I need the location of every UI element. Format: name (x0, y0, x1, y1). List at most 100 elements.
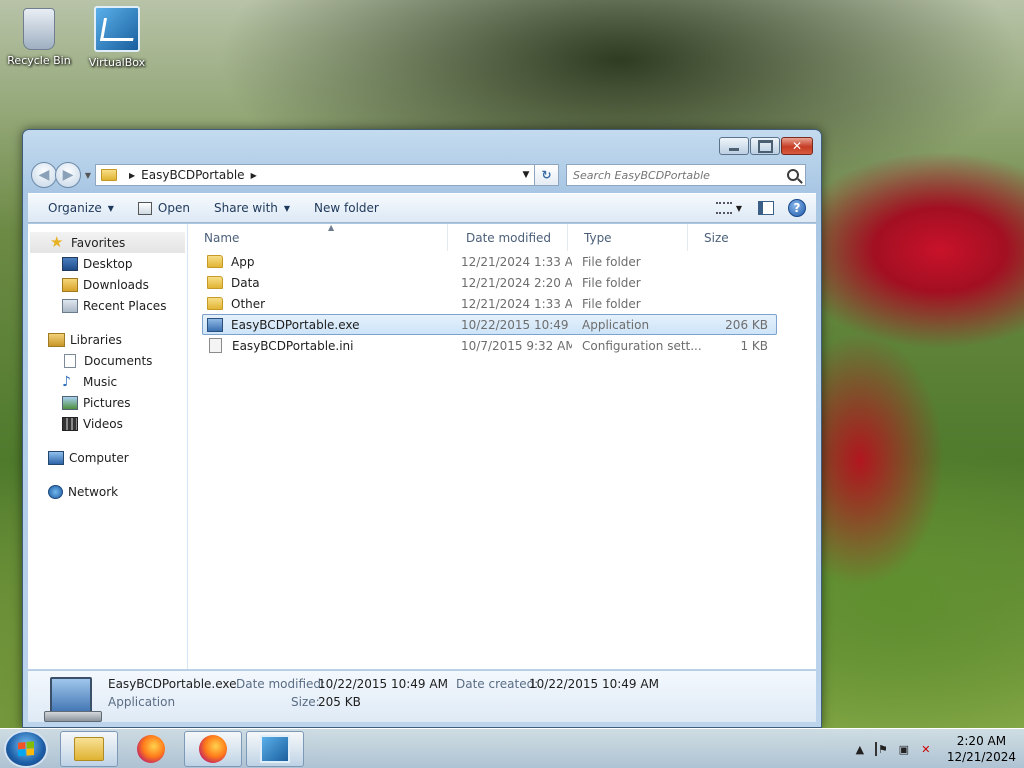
organize-button[interactable]: Organize ▼ (36, 196, 126, 220)
new-folder-button[interactable]: New folder (302, 196, 391, 220)
nav-item-pictures[interactable]: Pictures (28, 392, 187, 413)
nav-item-computer[interactable]: Computer (28, 447, 187, 468)
explorer-window: ✕ ◀ ▶ ▼ ▶ EasyBCDPortable ▶ ▼ ↻ Organize… (22, 129, 822, 728)
virtualbox-icon (260, 735, 290, 763)
help-icon[interactable]: ? (788, 199, 806, 217)
open-button[interactable]: Open (126, 196, 202, 220)
file-type: Configuration sett... (582, 338, 702, 353)
chevron-down-icon: ▼ (283, 203, 291, 213)
file-list-pane: ▲ Name Date modified Type Size App 12/21… (188, 223, 816, 669)
breadcrumb-arrow-icon[interactable]: ▶ (251, 171, 257, 180)
recent-places-icon (62, 298, 78, 313)
file-row[interactable]: Data 12/21/2024 2:20 AM File folder (202, 272, 777, 293)
file-name: App (231, 254, 255, 269)
firefox-icon (199, 735, 227, 763)
file-row[interactable]: App 12/21/2024 1:33 AM File folder (202, 251, 777, 272)
network-status-icon[interactable]: ▣ (897, 742, 911, 756)
nav-item-label: Network (68, 484, 119, 499)
file-row[interactable]: Other 12/21/2024 1:33 AM File folder (202, 293, 777, 314)
maximize-icon (751, 138, 779, 154)
details-type: Application (108, 695, 176, 709)
change-view-icon[interactable] (715, 202, 732, 214)
nav-item-favorites[interactable]: ★ Favorites (30, 232, 185, 253)
command-bar-right: ▼ ? (715, 199, 816, 217)
address-dropdown-icon[interactable]: ▼ (518, 170, 534, 180)
minimize-button[interactable] (719, 137, 749, 155)
desktop-icon-label: Recycle Bin (7, 54, 71, 67)
column-header-type[interactable]: Type (568, 224, 688, 251)
computer-icon (48, 450, 64, 465)
desktop-icon-virtualbox[interactable]: VirtualBox (82, 6, 152, 69)
taskbar-firefox-button[interactable] (122, 731, 180, 767)
share-with-label: Share with (213, 201, 278, 215)
file-size: 206 KB (725, 317, 768, 332)
file-row[interactable]: EasyBCDPortable.ini 10/7/2015 9:32 AM Co… (202, 335, 777, 356)
file-date: 12/21/2024 1:33 AM (461, 296, 572, 311)
details-date-modified-label: Date modified: (236, 677, 326, 691)
windows-explorer-icon (74, 737, 104, 761)
sort-ascending-icon: ▲ (328, 223, 335, 232)
details-filename: EasyBCDPortable.exe (108, 677, 237, 691)
nav-item-recent-places[interactable]: Recent Places (28, 295, 187, 316)
action-center-flag-icon[interactable]: ⚑ (874, 742, 889, 756)
music-icon: ♪ (62, 373, 71, 390)
view-chevron-down-icon[interactable]: ▼ (736, 204, 742, 213)
desktop-icon-recycle-bin[interactable]: Recycle Bin (4, 8, 74, 67)
volume-muted-icon[interactable]: ✕ (919, 742, 933, 756)
refresh-button[interactable]: ↻ (535, 164, 559, 186)
column-header-size[interactable]: Size (688, 224, 763, 251)
show-hidden-icons-icon[interactable]: ▲ (853, 742, 867, 756)
nav-item-libraries[interactable]: Libraries (28, 329, 187, 350)
taskbar-explorer-button[interactable] (60, 731, 118, 767)
taskbar-virtualbox-button[interactable] (246, 731, 304, 767)
taskbar-firefox-button-2[interactable] (184, 731, 242, 767)
documents-icon (64, 353, 76, 368)
clock[interactable]: 2:20 AM 12/21/2024 (947, 733, 1016, 765)
application-icon (207, 317, 223, 332)
file-type: File folder (582, 296, 641, 311)
breadcrumb-path[interactable]: EasyBCDPortable (141, 168, 244, 182)
navigation-row: ◀ ▶ ▼ ▶ EasyBCDPortable ▶ ▼ ↻ (31, 161, 813, 189)
nav-item-label: Favorites (71, 235, 126, 250)
nav-item-label: Pictures (83, 395, 131, 410)
back-arrow-icon: ◀ (38, 167, 50, 183)
search-input[interactable] (573, 168, 787, 182)
nav-item-label: Videos (83, 416, 123, 431)
address-bar[interactable]: ▶ EasyBCDPortable ▶ ▼ (95, 164, 535, 186)
recent-pages-dropdown[interactable]: ▼ (81, 171, 95, 180)
column-header-date-modified[interactable]: Date modified (448, 224, 568, 251)
search-icon[interactable] (787, 169, 799, 181)
share-with-button[interactable]: Share with ▼ (202, 196, 302, 220)
config-file-icon (209, 338, 222, 353)
nav-item-documents[interactable]: Documents (28, 350, 187, 371)
nav-item-label: Libraries (70, 332, 122, 347)
breadcrumb-arrow-icon[interactable]: ▶ (129, 171, 135, 180)
forward-arrow-icon: ▶ (62, 167, 74, 183)
file-date: 12/21/2024 1:33 AM (461, 254, 572, 269)
folder-icon (207, 276, 223, 289)
nav-item-downloads[interactable]: Downloads (28, 274, 187, 295)
nav-item-network[interactable]: Network (28, 481, 187, 502)
new-folder-label: New folder (314, 201, 379, 215)
pictures-icon (62, 395, 78, 410)
nav-item-label: Desktop (83, 256, 133, 271)
recycle-bin-icon (23, 8, 55, 50)
start-button[interactable] (4, 730, 48, 768)
back-button[interactable]: ◀ (31, 162, 57, 188)
preview-pane-icon[interactable] (758, 201, 774, 215)
nav-item-videos[interactable]: Videos (28, 413, 187, 434)
content-area: ★ Favorites Desktop Downloads Recent Pla… (28, 223, 816, 669)
refresh-icon: ↻ (541, 168, 552, 182)
file-row-selected[interactable]: EasyBCDPortable.exe 10/22/2015 10:49 ...… (202, 314, 777, 335)
forward-button[interactable]: ▶ (55, 162, 81, 188)
close-button[interactable]: ✕ (781, 137, 813, 155)
maximize-button[interactable] (750, 137, 780, 155)
nav-item-desktop[interactable]: Desktop (28, 253, 187, 274)
organize-label: Organize (48, 201, 102, 215)
column-header-name[interactable]: Name (188, 224, 448, 251)
search-box[interactable] (566, 164, 806, 186)
file-size: 1 KB (740, 338, 768, 353)
system-tray: ▲ ⚑ ▣ ✕ 2:20 AM 12/21/2024 (845, 729, 1016, 768)
nav-item-music[interactable]: ♪ Music (28, 371, 187, 392)
column-headers: ▲ Name Date modified Type Size (188, 223, 816, 251)
